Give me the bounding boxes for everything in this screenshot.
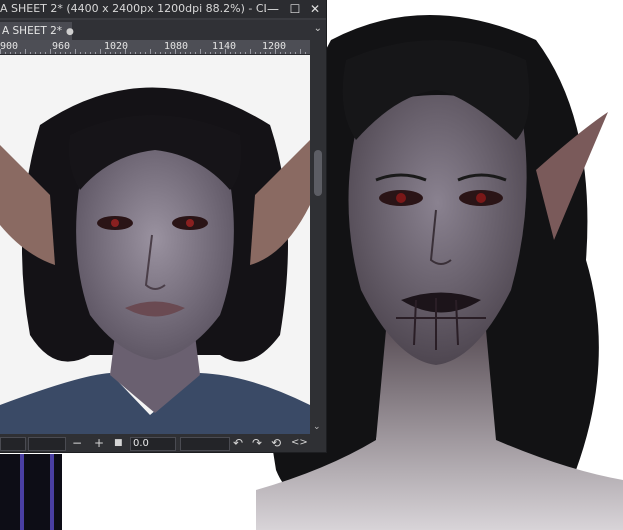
ruler-tick bbox=[30, 52, 31, 54]
ruler-tick bbox=[135, 52, 136, 54]
ruler-tick bbox=[70, 52, 71, 54]
scrollbar-thumb[interactable] bbox=[314, 150, 322, 196]
ruler-tick bbox=[285, 52, 286, 54]
modified-indicator: ● bbox=[66, 27, 74, 37]
ruler-tick bbox=[80, 52, 81, 54]
ruler-tick bbox=[60, 52, 61, 54]
ruler-tick bbox=[20, 52, 21, 54]
ruler-tick bbox=[150, 49, 151, 54]
rotation-slider[interactable] bbox=[180, 437, 230, 451]
ruler-tick bbox=[245, 52, 246, 54]
ruler-tick bbox=[45, 52, 46, 54]
ruler-tick bbox=[125, 49, 126, 54]
ruler-tick bbox=[75, 49, 76, 54]
ruler-tick bbox=[65, 52, 66, 54]
ruler-tick bbox=[195, 52, 196, 54]
ruler-tick bbox=[205, 52, 206, 54]
ruler-tick bbox=[105, 52, 106, 54]
zoom-field[interactable] bbox=[28, 437, 66, 451]
ruler-tick bbox=[140, 52, 141, 54]
title-bar[interactable]: A SHEET 2* (4400 x 2400px 1200dpi 88.2%)… bbox=[0, 0, 326, 18]
layer-bar bbox=[20, 454, 24, 530]
ruler-tick bbox=[280, 52, 281, 54]
chevron-down-icon[interactable]: ⌄ bbox=[314, 23, 322, 34]
ruler-tick bbox=[220, 52, 221, 54]
ruler-tick bbox=[255, 52, 256, 54]
rotate-left-icon[interactable]: ↶ bbox=[233, 435, 243, 451]
ruler-tick bbox=[50, 49, 51, 54]
ruler-tick bbox=[10, 52, 11, 54]
ruler-tick bbox=[305, 52, 306, 54]
ruler-tick bbox=[130, 52, 131, 54]
fit-button[interactable]: ■ bbox=[114, 435, 123, 451]
ruler-tick bbox=[200, 49, 201, 54]
drawing-canvas[interactable] bbox=[0, 55, 310, 434]
clip-studio-window: A SHEET 2* (4400 x 2400px 1200dpi 88.2%)… bbox=[0, 0, 326, 452]
ruler-tick bbox=[275, 49, 276, 54]
chevron-down-icon[interactable]: ⌄ bbox=[313, 422, 321, 432]
ruler-tick bbox=[25, 49, 26, 54]
ruler-tick bbox=[300, 49, 301, 54]
ruler-tick bbox=[0, 49, 1, 54]
ruler-tick bbox=[55, 52, 56, 54]
ruler-tick bbox=[235, 52, 236, 54]
rotate-right-icon[interactable]: ↷ bbox=[252, 435, 262, 451]
navigator-field[interactable] bbox=[0, 437, 26, 451]
document-tab-label: A SHEET 2* bbox=[2, 25, 63, 37]
zoom-in-button[interactable]: + bbox=[94, 435, 104, 451]
minimize-icon[interactable]: — bbox=[264, 0, 282, 18]
ruler-tick bbox=[95, 52, 96, 54]
close-icon[interactable]: ✕ bbox=[306, 0, 324, 18]
ruler-tick bbox=[190, 52, 191, 54]
ruler-tick bbox=[110, 52, 111, 54]
ruler-tick bbox=[90, 52, 91, 54]
ruler-tick bbox=[180, 52, 181, 54]
ruler-tick bbox=[250, 49, 251, 54]
ruler-tick bbox=[145, 52, 146, 54]
flip-horizontal-icon[interactable]: <> bbox=[291, 435, 308, 451]
ruler-tick bbox=[100, 49, 101, 54]
ruler-tick bbox=[210, 52, 211, 54]
ruler-tick bbox=[295, 52, 296, 54]
zoom-out-button[interactable]: − bbox=[72, 435, 82, 451]
ruler-tick bbox=[160, 52, 161, 54]
window-title: A SHEET 2* (4400 x 2400px 1200dpi 88.2%)… bbox=[0, 2, 266, 15]
layer-bar bbox=[50, 454, 54, 530]
ruler-tick bbox=[40, 52, 41, 54]
horizontal-ruler: 900 960 1020 1080 1140 1200 bbox=[0, 40, 310, 55]
ruler-tick bbox=[85, 52, 86, 54]
reset-rotation-icon[interactable]: ⟲ bbox=[271, 435, 281, 451]
ruler-tick bbox=[265, 52, 266, 54]
vertical-scrollbar[interactable]: ⌄ bbox=[310, 40, 326, 434]
document-tab-bar: A SHEET 2* ● ⌄ bbox=[0, 20, 326, 40]
status-bar: − + ■ 0.0 ↶ ↷ ⟲ <> bbox=[0, 434, 326, 452]
ruler-tick bbox=[260, 52, 261, 54]
ruler-tick bbox=[35, 52, 36, 54]
ruler-tick bbox=[155, 52, 156, 54]
ruler-tick bbox=[120, 52, 121, 54]
ruler-tick bbox=[5, 52, 6, 54]
maximize-icon[interactable]: ☐ bbox=[286, 0, 304, 18]
ruler-tick bbox=[240, 52, 241, 54]
ruler-tick bbox=[15, 52, 16, 54]
rotation-input[interactable]: 0.0 bbox=[130, 437, 176, 451]
ruler-tick bbox=[215, 52, 216, 54]
ruler-tick bbox=[185, 52, 186, 54]
ruler-tick bbox=[175, 49, 176, 54]
ruler-tick bbox=[225, 49, 226, 54]
ruler-tick bbox=[230, 52, 231, 54]
ruler-tick bbox=[170, 52, 171, 54]
layer-panel-fragment bbox=[0, 454, 62, 530]
canvas-artwork bbox=[0, 55, 310, 434]
document-tab[interactable]: A SHEET 2* ● bbox=[0, 22, 74, 40]
ruler-tick bbox=[115, 52, 116, 54]
ruler-tick bbox=[270, 52, 271, 54]
ruler-tick bbox=[290, 52, 291, 54]
ruler-tick bbox=[165, 52, 166, 54]
